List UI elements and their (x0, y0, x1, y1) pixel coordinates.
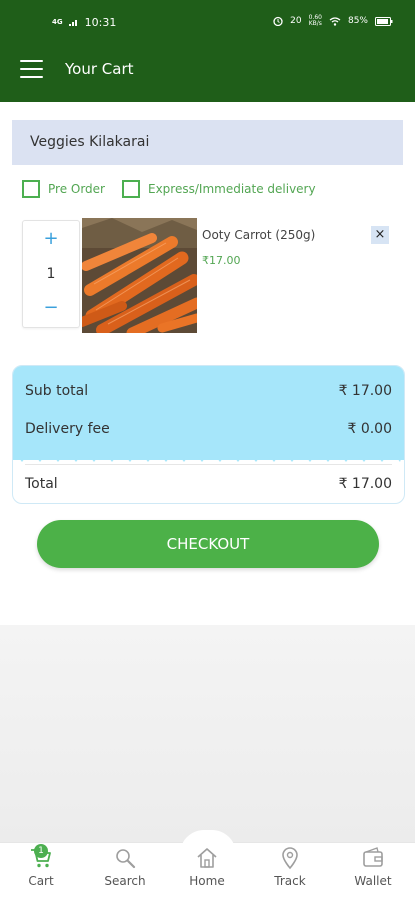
page-title: Your Cart (65, 60, 134, 78)
app-header: 4G 10:31 20 0.60 KB/s 85% Your Cart (0, 0, 415, 102)
order-summary: Sub total ₹ 17.00 Delivery fee ₹ 0.00 To… (12, 365, 405, 504)
quantity-increase-button[interactable]: + (23, 228, 79, 249)
checkout-button[interactable]: CHECKOUT (37, 520, 379, 568)
total-row: Total ₹ 17.00 (25, 476, 392, 492)
delivery-fee-row: Delivery fee ₹ 0.00 (25, 421, 392, 437)
store-name: Veggies Kilakarai (30, 134, 150, 150)
total-label: Total (25, 476, 58, 492)
nav-wallet[interactable]: Wallet (338, 846, 408, 888)
location-pin-icon (282, 847, 298, 870)
product-image (82, 218, 197, 333)
nav-search[interactable]: Search (90, 846, 160, 888)
nav-track-label: Track (274, 874, 306, 888)
status-bar: 4G 10:31 20 0.60 KB/s 85% (0, 0, 415, 46)
quantity-value: 1 (46, 266, 56, 282)
quantity-stepper: + 1 − (22, 220, 80, 328)
product-price: ₹17.00 (202, 254, 241, 267)
store-name-bar: Veggies Kilakarai (12, 120, 403, 165)
alarm-time: 20 (290, 16, 302, 26)
hamburger-menu-icon[interactable] (20, 60, 44, 78)
pre-order-label: Pre Order (48, 182, 105, 196)
status-time: 10:31 (84, 16, 117, 29)
status-left: 4G 10:31 (52, 16, 116, 29)
delivery-fee-value: ₹ 0.00 (347, 421, 392, 437)
summary-divider (25, 464, 392, 465)
express-delivery-checkbox[interactable] (122, 180, 140, 198)
nav-cart-label: Cart (28, 874, 54, 888)
quantity-decrease-button[interactable]: − (23, 297, 79, 318)
product-name: Ooty Carrot (250g) (202, 228, 316, 242)
search-icon (116, 849, 136, 869)
network-label: 4G (52, 18, 63, 26)
wifi-icon (329, 16, 341, 26)
total-value: ₹ 17.00 (338, 476, 392, 492)
home-icon (197, 848, 217, 868)
speed-unit: KB/s (308, 20, 322, 27)
nav-home-label: Home (189, 874, 225, 888)
cart-badge: 1 (34, 844, 48, 858)
signal-icon (68, 16, 79, 29)
empty-area (0, 625, 415, 845)
zigzag-edge (13, 450, 404, 462)
nav-home[interactable]: Home (172, 846, 242, 888)
subtotal-value: ₹ 17.00 (338, 383, 392, 399)
express-delivery-option[interactable]: Express/Immediate delivery (122, 180, 316, 198)
battery-icon (375, 16, 393, 26)
pre-order-option[interactable]: Pre Order (22, 180, 105, 198)
express-delivery-label: Express/Immediate delivery (148, 182, 316, 196)
speed-indicator: 0.60 KB/s (309, 15, 322, 27)
remove-item-button[interactable]: × (371, 226, 389, 244)
subtotal-row: Sub total ₹ 17.00 (25, 383, 392, 399)
delivery-fee-label: Delivery fee (25, 421, 110, 437)
status-right: 20 0.60 KB/s 85% (273, 15, 393, 27)
nav-track[interactable]: Track (255, 846, 325, 888)
subtotal-label: Sub total (25, 383, 89, 399)
summary-highlight (13, 366, 404, 460)
pre-order-checkbox[interactable] (22, 180, 40, 198)
battery-percent: 85% (347, 16, 368, 26)
wallet-icon (363, 847, 383, 867)
nav-search-label: Search (104, 874, 146, 888)
nav-wallet-label: Wallet (354, 874, 392, 888)
alarm-icon (273, 16, 283, 26)
nav-cart[interactable]: 1 Cart (6, 844, 76, 888)
